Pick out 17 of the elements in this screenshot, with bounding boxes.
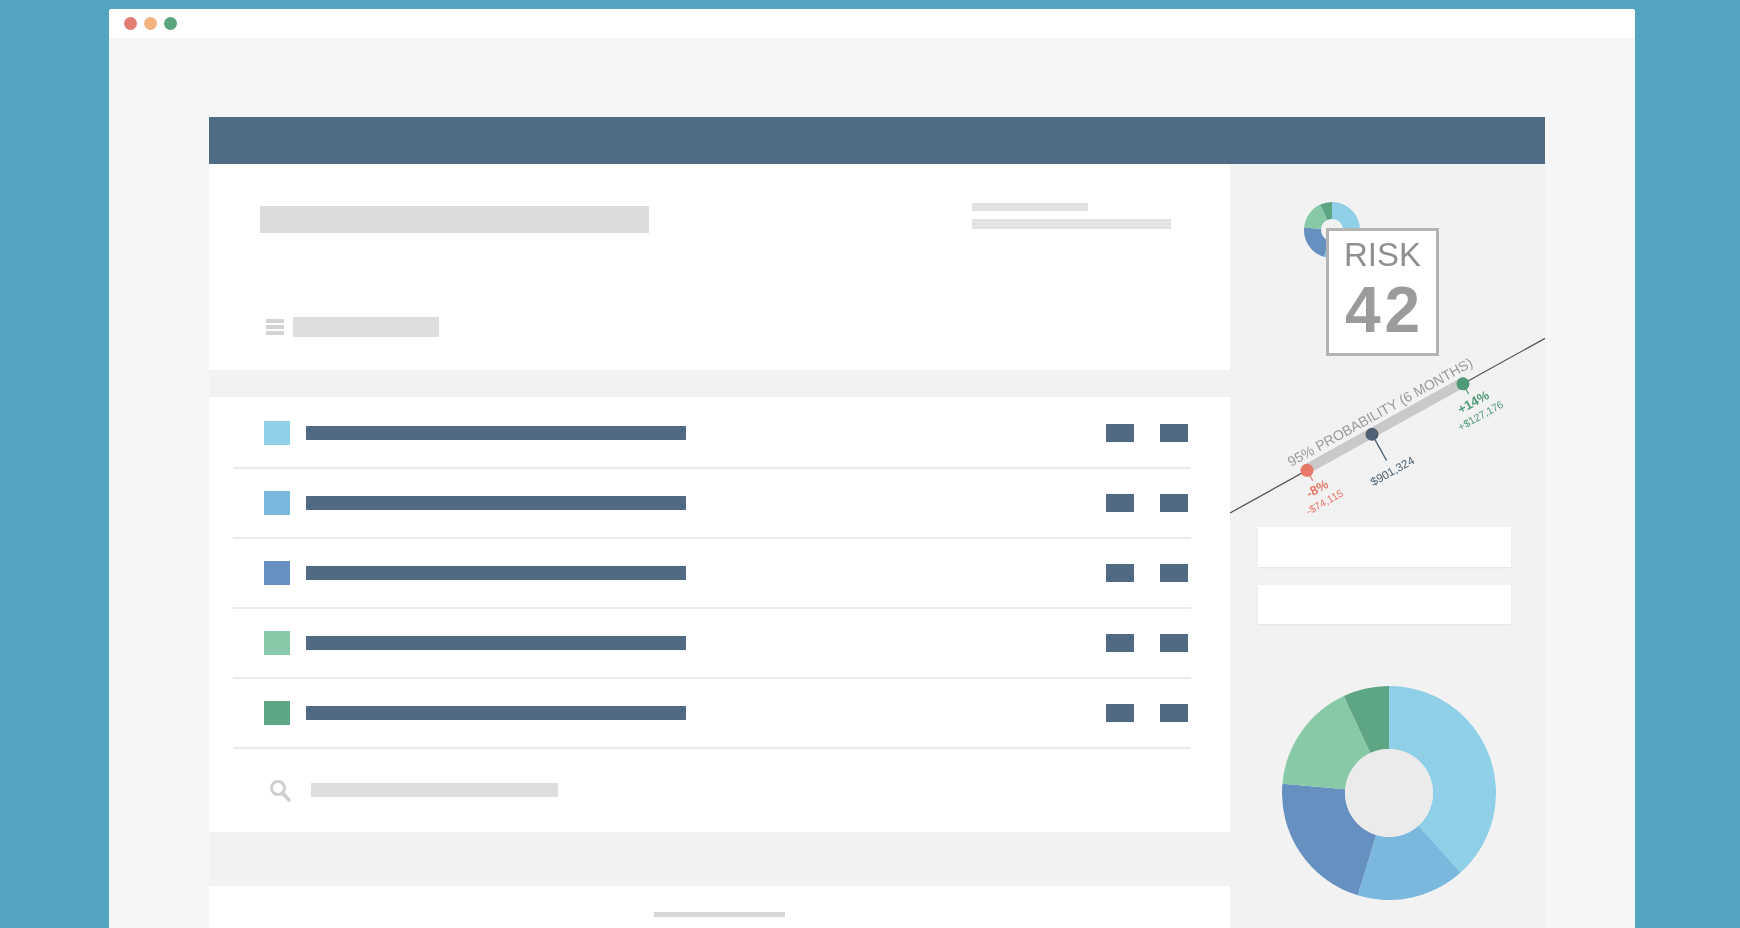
window-control-icon[interactable]	[124, 17, 137, 30]
value-placeholder-block	[1160, 634, 1188, 652]
value-placeholder-block	[1106, 494, 1134, 512]
value-placeholder-block	[1160, 704, 1188, 722]
value-placeholder-block	[1160, 494, 1188, 512]
value-placeholder-block	[1106, 424, 1134, 442]
value-placeholder-block	[1106, 564, 1134, 582]
value-placeholder-block	[1106, 634, 1134, 652]
search-icon[interactable]	[269, 778, 291, 802]
window-control-icon[interactable]	[144, 17, 157, 30]
value-placeholder-block	[1160, 564, 1188, 582]
risk-score: 42	[1343, 278, 1425, 342]
list-icon	[266, 318, 284, 336]
risk-label: RISK	[1344, 238, 1421, 271]
value-placeholder-block	[1160, 424, 1188, 442]
value-placeholder-block	[1106, 704, 1134, 722]
window-control-icon[interactable]	[164, 17, 177, 30]
